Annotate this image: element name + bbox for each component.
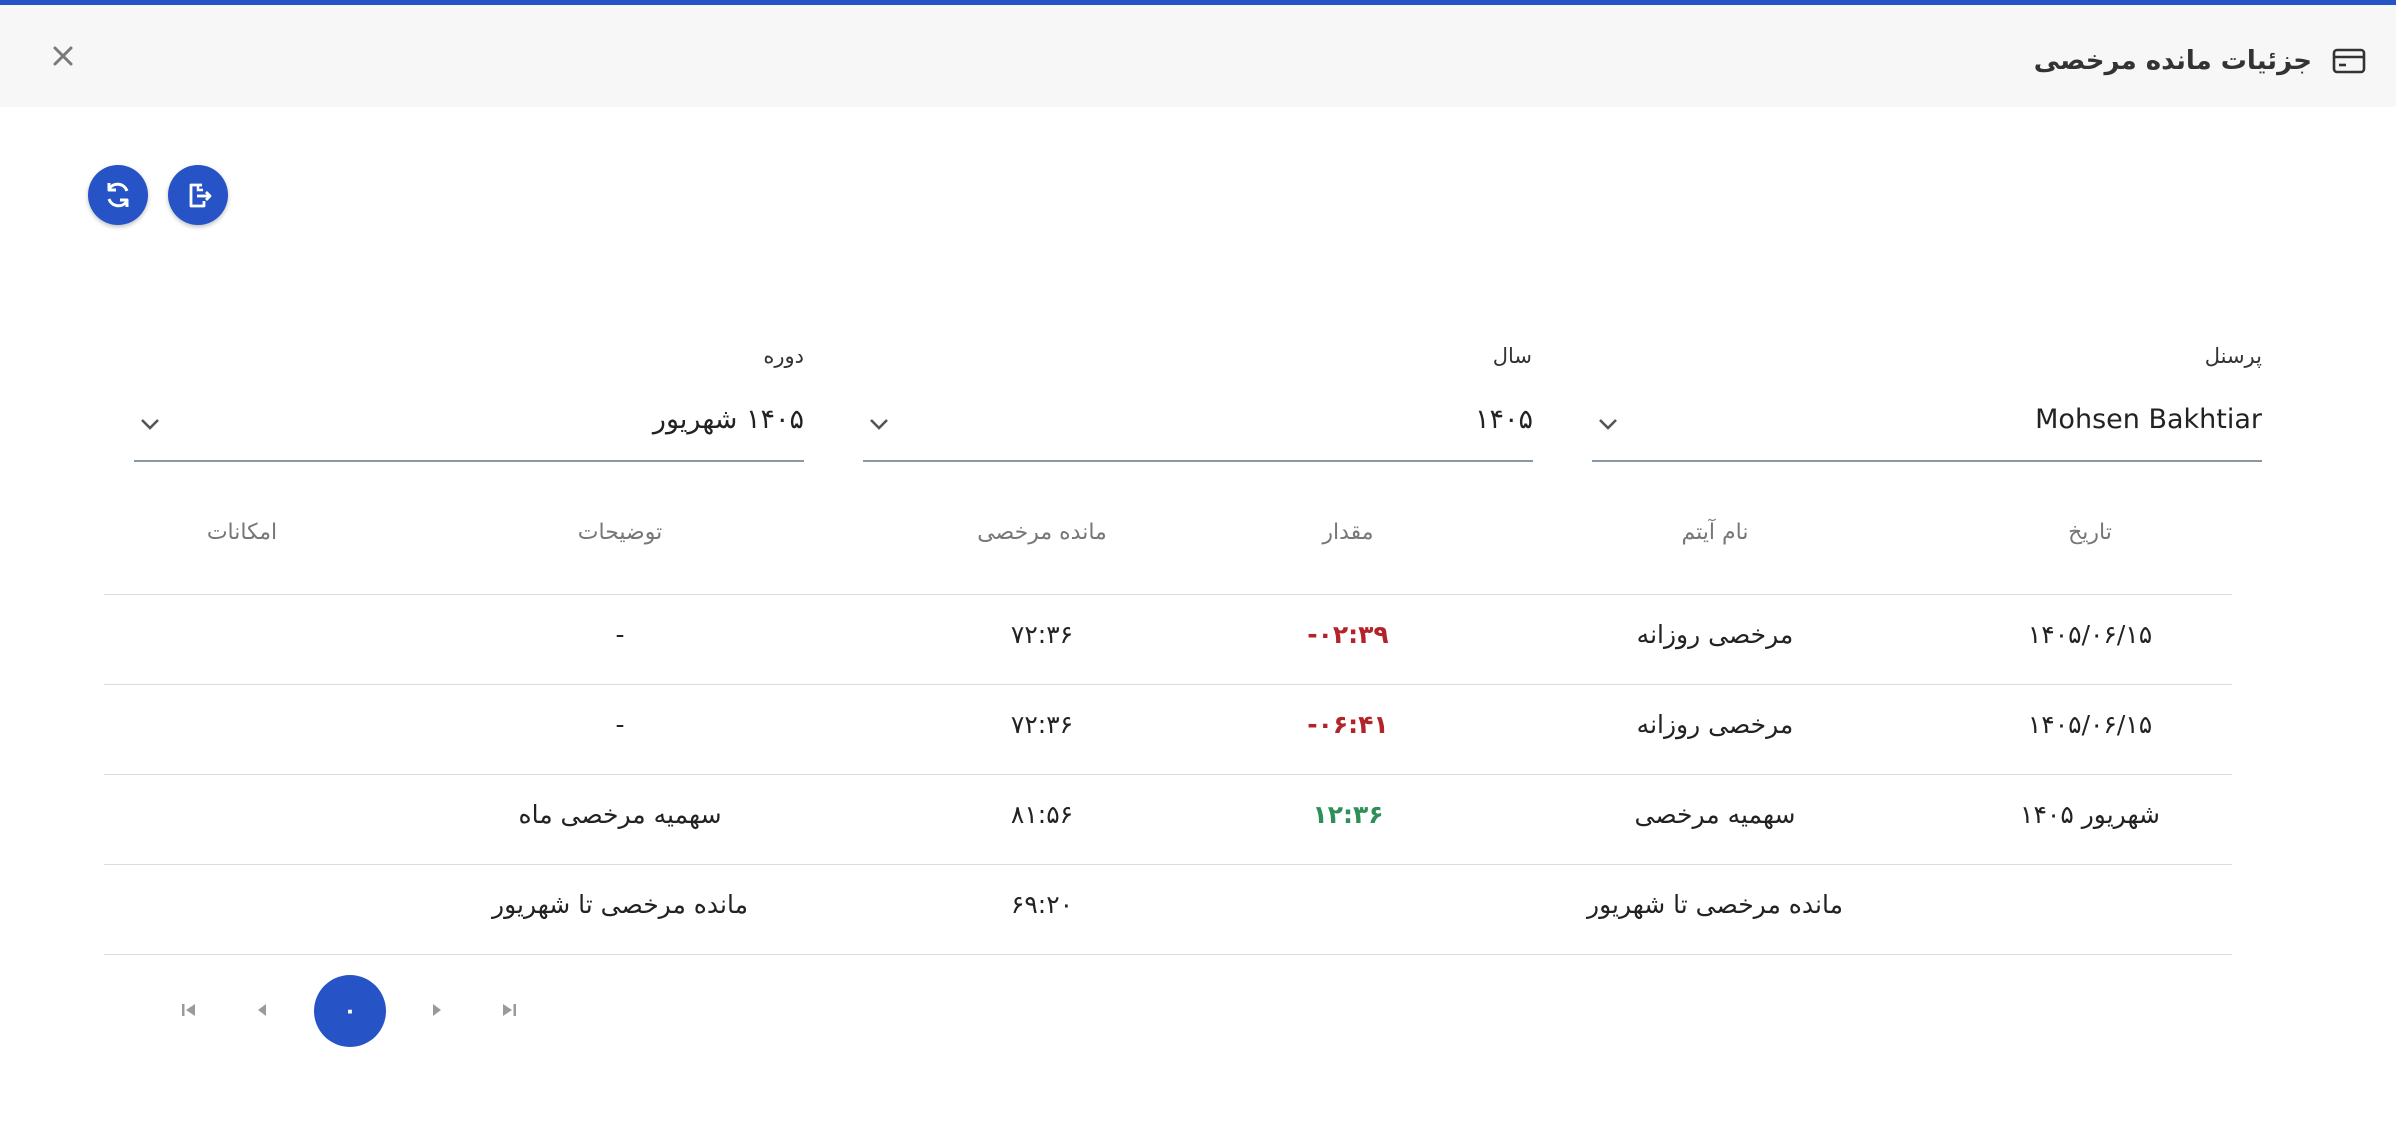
prev-page-icon — [258, 1004, 266, 1016]
cell-description: - — [615, 710, 625, 739]
next-page-icon — [433, 1004, 441, 1016]
first-page-icon — [182, 1004, 195, 1016]
header-remaining: مانده مرخصی — [977, 520, 1107, 545]
cell-item: سهمیه مرخصی — [1634, 800, 1796, 829]
cell-amount: -۰۶:۴۱ — [1307, 710, 1389, 739]
year-value: ۱۴۰۵ — [1474, 404, 1533, 435]
cell-remaining: ۷۲:۳۶ — [1010, 620, 1074, 649]
close-icon — [53, 46, 73, 66]
chevron-down-icon — [141, 419, 159, 430]
refresh-button[interactable] — [88, 165, 148, 225]
header-item: نام آیتم — [1681, 520, 1749, 545]
period-select[interactable]: ۱۴۰۵ شهریور — [134, 398, 804, 462]
row-divider — [104, 594, 2232, 595]
cell-item: مرخصی روزانه — [1636, 710, 1794, 739]
export-button[interactable] — [168, 165, 228, 225]
card-icon — [2332, 48, 2366, 74]
year-select[interactable]: ۱۴۰۵ — [863, 398, 1533, 462]
prev-page-button[interactable] — [250, 998, 274, 1022]
close-button[interactable] — [48, 41, 78, 71]
dialog-title-group: جزئیات مانده مرخصی — [2034, 43, 2366, 79]
personnel-value: Mohsen Bakhtiar — [2035, 404, 2262, 435]
period-value: ۱۴۰۵ شهریور — [652, 404, 804, 435]
cell-date: ۱۴۰۵/۰۶/۱۵ — [2027, 710, 2153, 739]
last-page-icon — [503, 1004, 516, 1016]
personnel-select[interactable]: Mohsen Bakhtiar — [1592, 398, 2262, 462]
chevron-down-icon — [1599, 419, 1617, 430]
last-page-button[interactable] — [497, 998, 521, 1022]
period-label: دوره — [763, 344, 804, 368]
cell-remaining: ۶۹:۲۰ — [1010, 890, 1074, 919]
cell-date: شهریور ۱۴۰۵ — [2020, 800, 2160, 829]
dialog-title: جزئیات مانده مرخصی — [2033, 46, 2312, 76]
refresh-icon — [107, 182, 129, 208]
cell-description: مانده مرخصی تا شهریور — [492, 890, 748, 919]
row-divider — [104, 954, 2232, 955]
year-label: سال — [1492, 344, 1532, 368]
cell-amount: ۱۲:۳۶ — [1312, 800, 1384, 829]
cell-item: مانده مرخصی تا شهریور — [1587, 890, 1843, 919]
header-date: تاریخ — [2068, 520, 2112, 545]
cell-description: - — [615, 620, 625, 649]
cell-item: مرخصی روزانه — [1636, 620, 1794, 649]
header-description: توضیحات — [577, 520, 663, 545]
personnel-label: پرسنل — [2204, 344, 2262, 368]
file-export-icon — [189, 183, 212, 208]
first-page-button[interactable] — [177, 998, 201, 1022]
next-page-button[interactable] — [425, 998, 449, 1022]
cell-remaining: ۷۲:۳۶ — [1010, 710, 1074, 739]
row-divider — [104, 864, 2232, 865]
cell-description: سهمیه مرخصی ماه — [518, 800, 722, 829]
dialog-header: جزئیات مانده مرخصی — [0, 5, 2396, 107]
header-actions: امکانات — [206, 520, 278, 545]
chevron-down-icon — [870, 419, 888, 430]
cell-date: ۱۴۰۵/۰۶/۱۵ — [2027, 620, 2153, 649]
row-divider — [104, 684, 2232, 685]
current-page-button[interactable]: ۰ — [314, 975, 386, 1047]
row-divider — [104, 774, 2232, 775]
cell-amount: -۰۲:۳۹ — [1307, 620, 1389, 649]
cell-remaining: ۸۱:۵۶ — [1010, 800, 1074, 829]
header-amount: مقدار — [1322, 520, 1374, 545]
